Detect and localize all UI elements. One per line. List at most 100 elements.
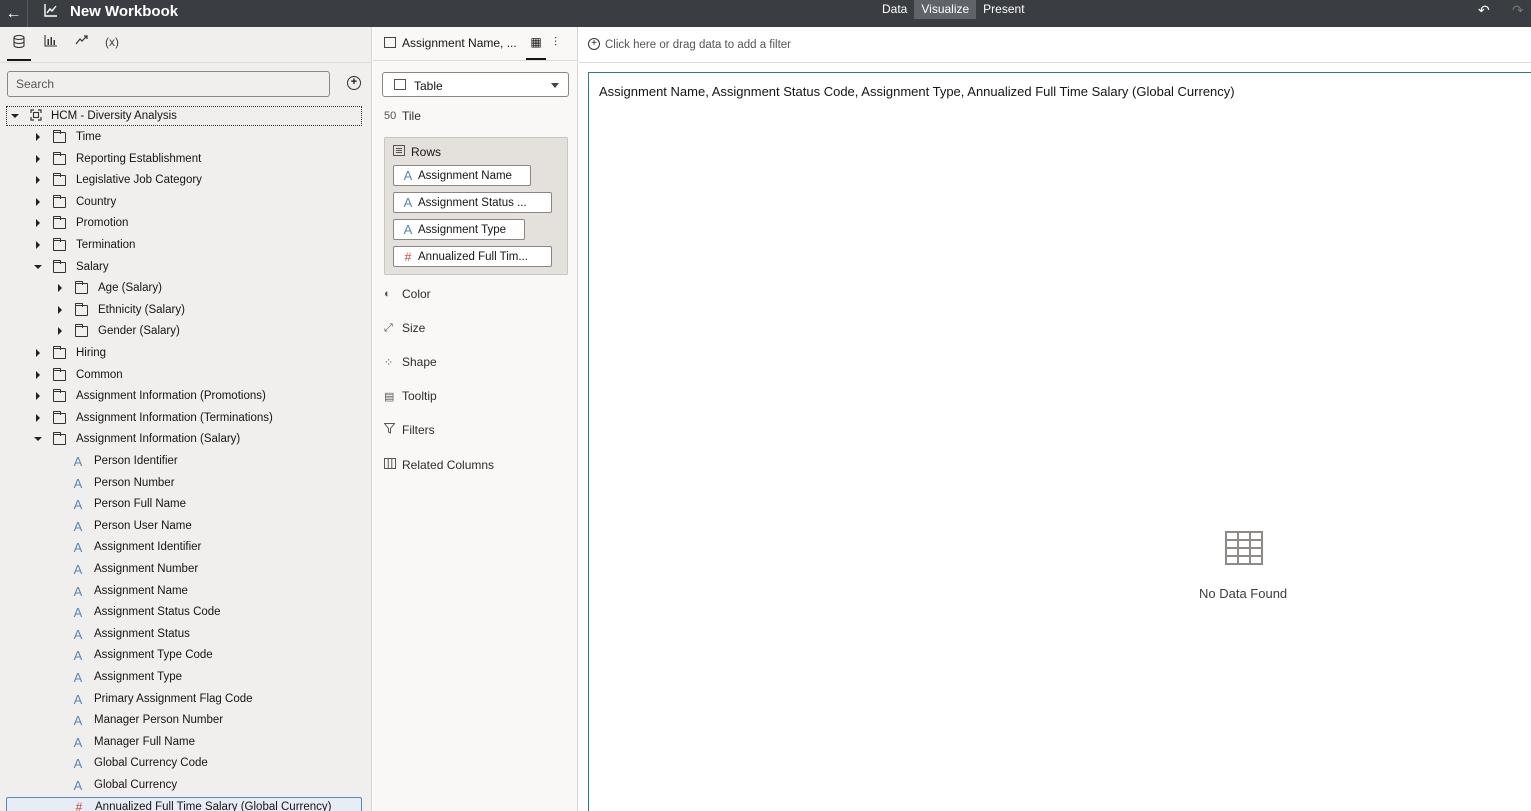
caret-right-icon[interactable] (36, 241, 40, 249)
grammar-panel: Assignment Name, ... ▦ ⫶ Table 50 Tile R… (373, 27, 578, 811)
measure-icon: # (404, 249, 412, 264)
tree-folder[interactable]: Gender (Salary) (0, 321, 362, 341)
caret-right-icon[interactable] (58, 327, 62, 335)
data-icon[interactable] (7, 35, 31, 61)
tree-folder[interactable]: Assignment Information (Promotions) (0, 386, 362, 406)
calculations-icon[interactable]: (x) (100, 35, 124, 61)
tree-folder[interactable]: Time (0, 127, 362, 147)
tree-item[interactable]: A Manager Person Number (0, 710, 362, 730)
tree-item[interactable]: A Assignment Status (0, 624, 362, 644)
caret-right-icon[interactable] (36, 155, 40, 163)
row-pill[interactable]: A Assignment Name (393, 165, 531, 186)
visualization[interactable]: Assignment Name, Assignment Status Code,… (588, 72, 1531, 811)
search-input[interactable]: Search (7, 71, 330, 97)
grammar-related-columns[interactable]: Related Columns (384, 455, 494, 475)
caret-down-icon[interactable] (34, 265, 42, 269)
attribute-icon: A (73, 755, 83, 771)
caret-right-icon[interactable] (36, 371, 40, 379)
caret-right-icon[interactable] (36, 133, 40, 141)
add-data-icon[interactable]: + (347, 76, 361, 90)
add-filter-icon[interactable]: + (588, 38, 600, 50)
viz-name[interactable]: Assignment Name, ... (402, 36, 517, 50)
tree-label: Termination (76, 239, 136, 251)
tree-folder[interactable]: Common (0, 365, 362, 385)
analytics-icon[interactable] (69, 35, 93, 61)
properties-tab-icon[interactable]: ⫶ (554, 35, 557, 50)
tree-item[interactable]: A Assignment Type Code (0, 645, 362, 665)
tree-item[interactable]: A Person User Name (0, 516, 362, 536)
tree-folder[interactable]: Hiring (0, 343, 362, 363)
tree-item[interactable]: A Assignment Type (0, 667, 362, 687)
grammar-header: Assignment Name, ... ▦ ⫶ (373, 27, 578, 61)
palette-icon: ◐ (384, 288, 391, 300)
tree-folder[interactable]: Reporting Establishment (0, 149, 362, 169)
attribute-icon: A (73, 583, 83, 599)
visualizations-icon[interactable] (38, 35, 62, 61)
folder-icon (53, 151, 66, 165)
caret-right-icon[interactable] (36, 414, 40, 422)
tree-item[interactable]: # Annualized Full Time Salary (Global Cur… (6, 797, 362, 811)
attribute-icon: A (73, 647, 83, 663)
caret-right-icon[interactable] (58, 306, 62, 314)
tree-item[interactable]: A Global Currency (0, 775, 362, 795)
tree-item[interactable]: A Manager Full Name (0, 732, 362, 752)
caret-down-icon[interactable] (34, 437, 42, 441)
caret-right-icon[interactable] (36, 219, 40, 227)
row-pill-label: Assignment Name (418, 169, 512, 182)
mode-data[interactable]: Data (875, 0, 914, 19)
grammar-tab-icon[interactable]: ▦ (526, 35, 546, 60)
row-pill[interactable]: A Assignment Status ... (393, 192, 552, 213)
folder-icon (53, 410, 66, 424)
redo-icon[interactable]: ↷ (1512, 2, 1524, 19)
folder-icon (53, 345, 66, 359)
grammar-size[interactable]: ⤢ Size (384, 318, 425, 338)
tree-folder[interactable]: Country (0, 192, 362, 212)
tree-item[interactable]: A Assignment Number (0, 559, 362, 579)
caret-right-icon[interactable] (58, 284, 62, 292)
tree-item[interactable]: A Person Number (0, 473, 362, 493)
grammar-tooltip[interactable]: ▤ Tooltip (384, 386, 437, 406)
tree-folder[interactable]: Termination (0, 235, 362, 255)
caret-right-icon[interactable] (36, 349, 40, 357)
tree-item[interactable]: A Primary Assignment Flag Code (0, 689, 362, 709)
filter-bar[interactable]: + Click here or drag data to add a filte… (579, 27, 1531, 63)
measure-icon: # (75, 800, 83, 811)
rows-drop-zone[interactable]: Rows A Assignment Name A Assignment Status … (384, 137, 568, 275)
row-pill[interactable]: A Assignment Type (393, 219, 525, 240)
grammar-tile[interactable]: 50 Tile (384, 106, 421, 126)
tree-folder[interactable]: Salary (0, 257, 362, 277)
attribute-icon: A (73, 496, 83, 512)
tree-label: Assignment Name (94, 585, 188, 597)
back-arrow-icon[interactable]: ← (0, 0, 28, 27)
mode-visualize[interactable]: Visualize (914, 0, 977, 19)
tree-item[interactable]: A Assignment Name (0, 581, 362, 601)
tree-folder[interactable]: Legislative Job Category (0, 170, 362, 190)
viz-type-select[interactable]: Table (382, 72, 569, 97)
tree-item[interactable]: A Assignment Status Code (0, 602, 362, 622)
tree-root[interactable]: HCM - Diversity Analysis (6, 106, 362, 126)
caret-right-icon[interactable] (36, 392, 40, 400)
mode-present[interactable]: Present (976, 0, 1031, 19)
caret-right-icon[interactable] (36, 198, 40, 206)
tree-folder[interactable]: Assignment Information (Salary) (0, 429, 362, 449)
tree-item[interactable]: A Assignment Identifier (0, 537, 362, 557)
tree-label: Gender (Salary) (98, 325, 180, 337)
grammar-filters[interactable]: Filters (383, 420, 435, 440)
tree-root-label: HCM - Diversity Analysis (51, 110, 177, 122)
tree-folder[interactable]: Ethnicity (Salary) (0, 300, 362, 320)
grammar-tooltip-label: Tooltip (402, 389, 437, 403)
grammar-shape[interactable]: ⁘ Shape (384, 352, 437, 372)
tree-item[interactable]: A Person Identifier (0, 451, 362, 471)
undo-icon[interactable]: ↶ (1478, 2, 1490, 19)
size-icon: ⤢ (384, 321, 393, 334)
caret-down-icon[interactable] (11, 114, 19, 118)
grammar-color[interactable]: ◐ Color (384, 284, 431, 304)
attribute-icon: A (73, 777, 83, 793)
row-pill[interactable]: # Annualized Full Tim... (393, 246, 552, 267)
tree-folder[interactable]: Age (Salary) (0, 278, 362, 298)
tree-folder[interactable]: Assignment Information (Terminations) (0, 408, 362, 428)
tree-item[interactable]: A Person Full Name (0, 494, 362, 514)
caret-right-icon[interactable] (36, 176, 40, 184)
tree-folder[interactable]: Promotion (0, 213, 362, 233)
tree-item[interactable]: A Global Currency Code (0, 753, 362, 773)
